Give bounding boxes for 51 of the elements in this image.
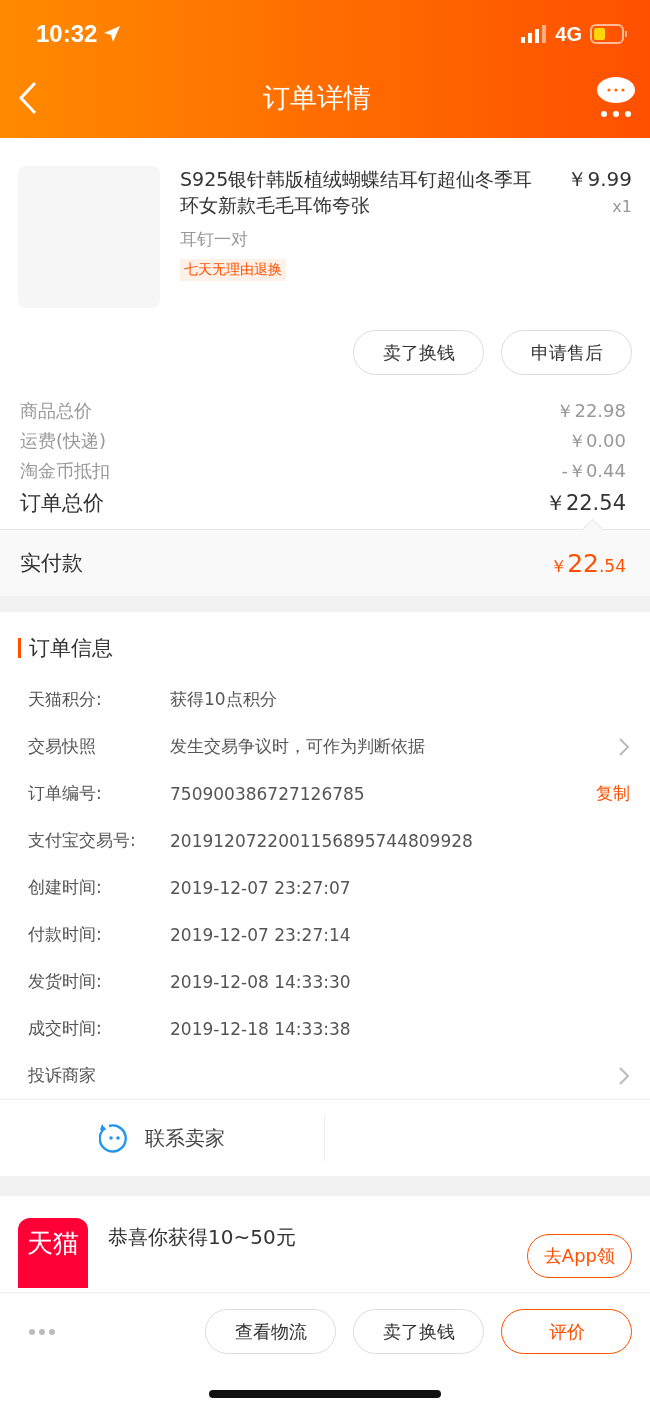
more-icon[interactable] (28, 1327, 56, 1336)
section-title: 订单信息 (29, 635, 113, 662)
status-time: 10:32 (36, 20, 98, 48)
info-label: 付款时间: (28, 923, 103, 946)
info-label: 成交时间: (28, 1017, 103, 1040)
info-value: 2019120722001156895744809928 (170, 830, 474, 851)
price-value: ￥22.54 (544, 490, 626, 517)
info-value: 2019-12-07 23:27:07 (170, 877, 352, 898)
price-label: 商品总价 (20, 399, 92, 423)
product-variant: 耳钉一对 (180, 228, 248, 251)
chat-bubble-icon[interactable] (596, 76, 636, 120)
info-label: 交易快照 (28, 735, 97, 758)
product-action-button[interactable]: 卖了换钱 (353, 330, 484, 375)
order-action-button[interactable]: 卖了换钱 (353, 1309, 484, 1354)
paid-amount: ￥22.54 (550, 548, 626, 578)
product-price: ￥9.99 (567, 166, 632, 193)
signal-icon (521, 25, 548, 43)
price-label: 运费(快递) (20, 429, 107, 453)
price-label: 订单总价 (20, 490, 104, 517)
order-action-button[interactable]: 查看物流 (205, 1309, 336, 1354)
return-policy-tag: 七天无理由退换 (180, 259, 286, 281)
info-label: 订单编号: (28, 782, 103, 805)
info-label[interactable]: 投诉商家 (28, 1064, 170, 1087)
promo-title: 恭喜你获得10~50元 (108, 1224, 297, 1251)
info-value: 2019-12-07 23:27:14 (170, 924, 352, 945)
page-title: 订单详情 (263, 81, 371, 115)
info-value: 2019-12-08 14:33:30 (170, 971, 352, 992)
smiley-chat-icon (99, 1123, 129, 1153)
info-label: 创建时间: (28, 876, 103, 899)
battery-icon (590, 24, 628, 44)
info-value: 获得10点积分 (170, 688, 278, 711)
info-label: 发货时间: (28, 970, 103, 993)
chevron-icon (618, 1065, 630, 1086)
info-value: 750900386727126785 (170, 783, 366, 804)
back-icon[interactable] (18, 81, 38, 115)
price-label: 淘金币抵扣 (20, 459, 110, 483)
info-value: 2019-12-18 14:33:38 (170, 1018, 352, 1039)
info-value: 发生交易争议时，可作为判断依据 (170, 735, 426, 758)
info-label: 天猫积分: (28, 688, 103, 711)
info-label: 支付宝交易号: (28, 829, 137, 852)
price-value: -￥0.44 (561, 459, 626, 483)
chevron-icon (618, 736, 630, 757)
product-quantity: x1 (612, 197, 632, 216)
product-action-button[interactable]: 申请售后 (501, 330, 632, 375)
price-value: ￥22.98 (556, 399, 626, 423)
price-value: ￥0.00 (567, 429, 626, 453)
location-icon (103, 25, 122, 43)
network-label: 4G (555, 22, 582, 46)
app-logo: 天猫 (18, 1218, 88, 1288)
paid-label: 实付款 (20, 550, 83, 577)
product-title[interactable]: S925银针韩版植绒蝴蝶结耳钉超仙冬季耳环女新款毛毛耳饰夸张 (180, 166, 548, 218)
